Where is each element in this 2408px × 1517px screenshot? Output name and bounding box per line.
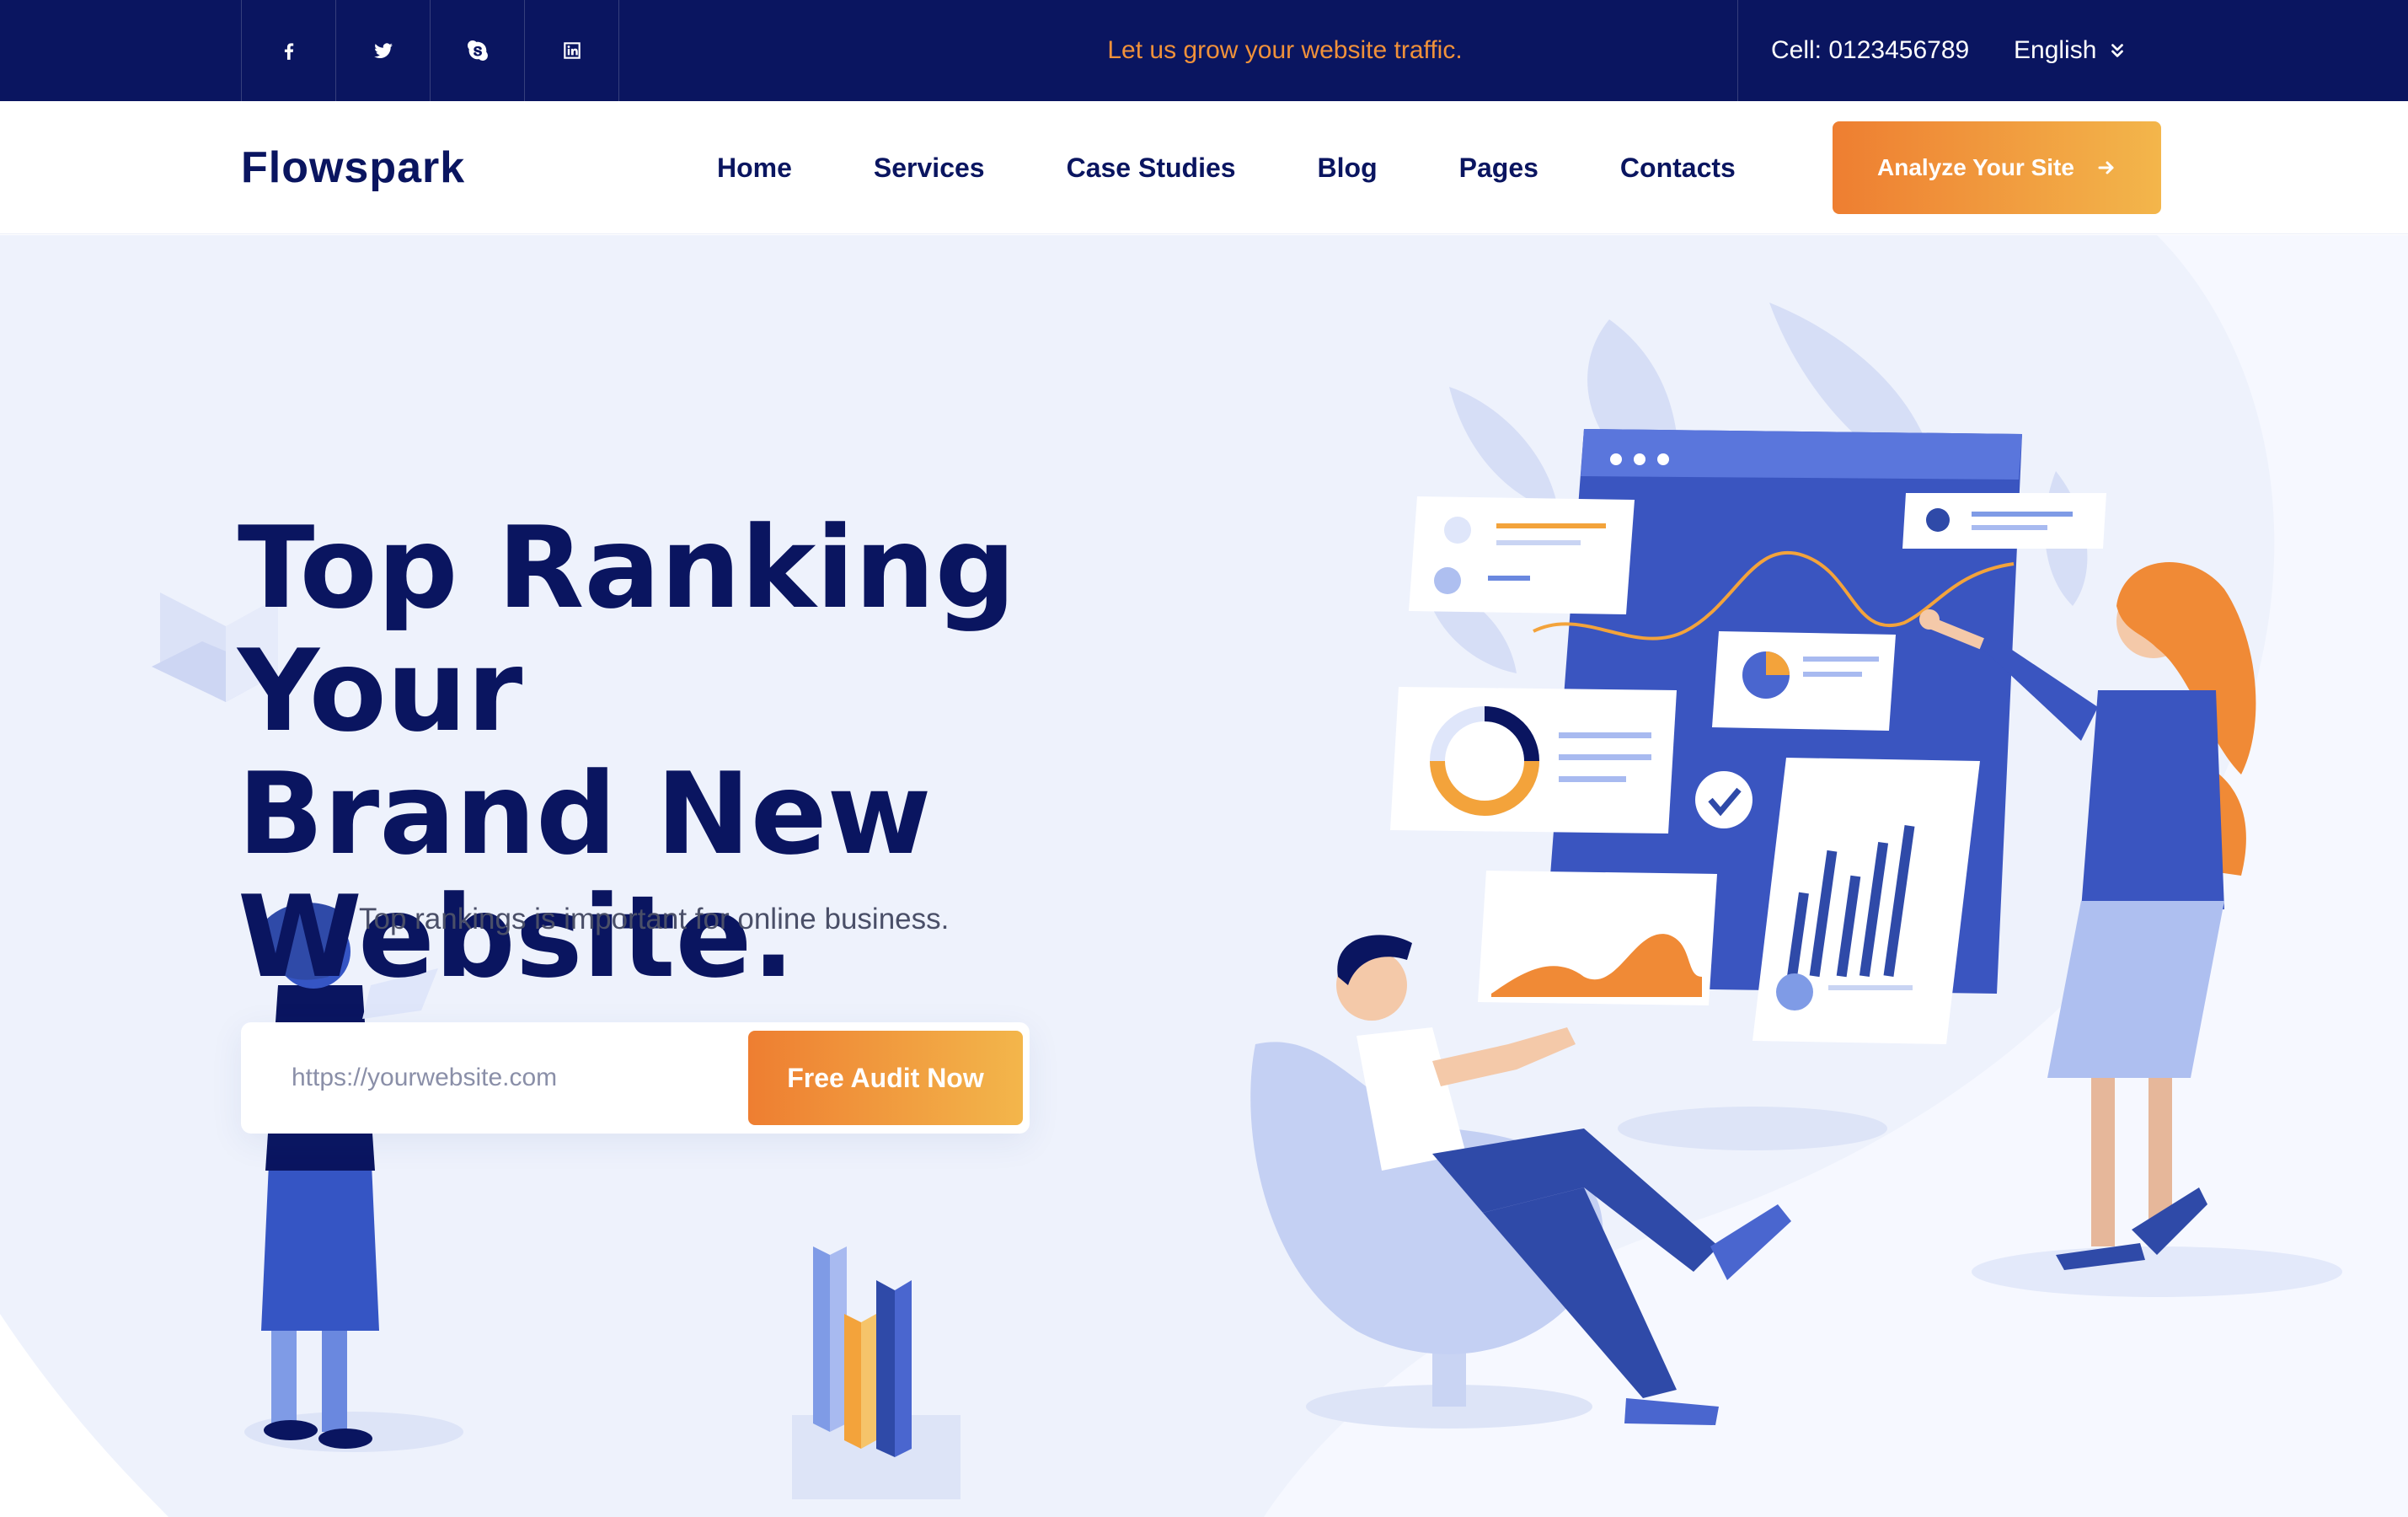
linkedin-link[interactable] <box>525 0 619 101</box>
social-links <box>241 0 619 101</box>
analyze-site-label: Analyze Your Site <box>1877 154 2074 180</box>
analyze-site-button[interactable]: Analyze Your Site <box>1833 121 2161 214</box>
website-url-input[interactable] <box>292 1053 730 1103</box>
twitter-icon <box>373 43 393 58</box>
free-audit-button[interactable]: Free Audit Now <box>748 1031 1023 1125</box>
promo-tagline: Let us grow your website traffic. <box>1107 36 1463 64</box>
language-selector[interactable]: English <box>2014 0 2127 101</box>
hero-title-line: Top Ranking Your <box>238 502 1016 757</box>
top-bar: Let us grow your website traffic. Cell: … <box>0 0 2408 101</box>
nav-services[interactable]: Services <box>874 153 985 184</box>
nav-blog[interactable]: Blog <box>1318 153 1378 184</box>
logo[interactable]: Flowspark <box>241 101 465 234</box>
facebook-icon <box>284 43 293 60</box>
hero-title-line: Brand New <box>238 748 932 880</box>
language-label: English <box>2014 36 2097 64</box>
skype-link[interactable] <box>431 0 525 101</box>
nav-contacts[interactable]: Contacts <box>1620 153 1736 184</box>
audit-form: Free Audit Now <box>241 1022 1030 1134</box>
linkedin-icon <box>563 42 581 59</box>
nav-case-studies[interactable]: Case Studies <box>1067 153 1236 184</box>
arrow-right-icon <box>2098 161 2114 174</box>
topbar-divider <box>1737 0 1738 101</box>
main-nav: Home Services Case Studies Blog Pages Co… <box>674 101 1774 234</box>
facebook-link[interactable] <box>242 0 336 101</box>
nav-home[interactable]: Home <box>717 153 792 184</box>
hero-section: Top Ranking Your Brand New Website. Top … <box>0 235 2408 1517</box>
man-in-chair <box>1250 935 1791 1429</box>
skype-icon <box>467 40 488 61</box>
dashboard-illustration <box>1390 429 2106 1150</box>
isometric-bar-chart <box>792 1246 961 1499</box>
twitter-link[interactable] <box>336 0 431 101</box>
nav-pages[interactable]: Pages <box>1459 153 1538 184</box>
hero-title-line: Website. <box>238 871 795 1003</box>
phone-number: Cell: 0123456789 <box>1771 36 1970 64</box>
hero-subtitle: Top rankings is important for online bus… <box>359 903 950 935</box>
chevron-double-down-icon <box>2111 44 2124 57</box>
